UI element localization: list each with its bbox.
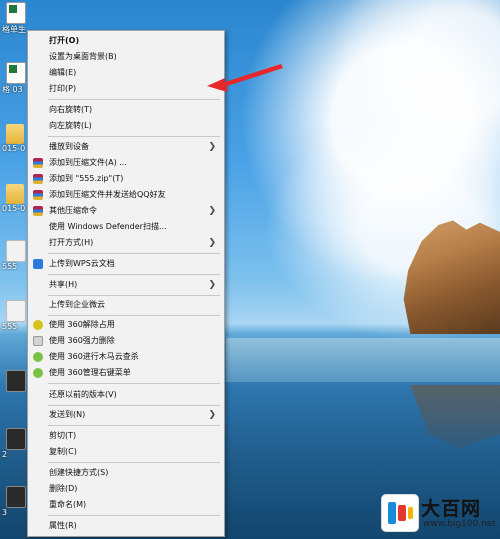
winrar-icon (33, 174, 43, 184)
desktop-icon-image-2[interactable]: 555 (2, 300, 28, 331)
wps-cloud-icon (33, 259, 43, 269)
360-shredder-icon (33, 336, 43, 346)
menu-item-rename[interactable]: 重命名(M) (28, 497, 224, 513)
menu-item-delete[interactable]: 删除(D) (28, 481, 224, 497)
menu-item-cast-to-device[interactable]: 播放到设备 ❯ (28, 139, 224, 155)
menu-separator (48, 515, 220, 516)
desktop-icon-shortcut-2[interactable]: 2 (2, 428, 28, 459)
desktop-icon-folder-1[interactable]: 015-0 (2, 124, 28, 153)
folder-icon (6, 124, 24, 144)
app-shortcut-icon (6, 370, 26, 392)
submenu-arrow-icon: ❯ (208, 238, 216, 248)
menu-item-other-compress-commands[interactable]: 其他压缩命令 ❯ (28, 203, 224, 219)
menu-item-open-with[interactable]: 打开方式(H) ❯ (28, 235, 224, 251)
menu-item-360-trojan-scan[interactable]: 使用 360进行木马云查杀 (28, 349, 224, 365)
winrar-icon (33, 206, 43, 216)
winrar-icon (33, 158, 43, 168)
menu-item-upload-enterprise-cloud[interactable]: 上传到企业微云 (28, 297, 224, 313)
wallpaper-shore (226, 338, 500, 382)
360-unlock-icon (33, 320, 43, 330)
menu-separator (48, 462, 220, 463)
wallpaper-rock (403, 220, 500, 334)
winrar-icon (33, 190, 43, 200)
big100-logo-icon (381, 494, 419, 532)
menu-item-restore-previous-versions[interactable]: 还原以前的版本(V) (28, 387, 224, 403)
menu-item-add-to-archive[interactable]: 添加到压缩文件(A) ... (28, 155, 224, 171)
submenu-arrow-icon: ❯ (208, 142, 216, 152)
desktop-icon-image-1[interactable]: 555 (2, 240, 28, 271)
wallpaper-rock-reflection (410, 385, 500, 448)
submenu-arrow-icon: ❯ (208, 280, 216, 290)
menu-item-rotate-right[interactable]: 向右旋转(T) (28, 102, 224, 118)
menu-separator (48, 136, 220, 137)
menu-item-defender-scan[interactable]: 使用 Windows Defender扫描... (28, 219, 224, 235)
image-file-icon (6, 300, 26, 322)
watermark-url: www.big100.net (423, 519, 496, 529)
app-shortcut-icon (6, 428, 26, 450)
menu-item-360-manage-context-menu[interactable]: 使用 360管理右键菜单 (28, 365, 224, 381)
menu-item-print[interactable]: 打印(P) (28, 81, 224, 97)
desktop-icon-spreadsheet-2[interactable]: 格 03 (2, 62, 28, 95)
menu-separator (48, 315, 220, 316)
menu-item-send-to[interactable]: 发送到(N) ❯ (28, 407, 224, 423)
menu-separator (48, 425, 220, 426)
menu-item-properties[interactable]: 属性(R) (28, 518, 224, 534)
menu-item-set-desktop-background[interactable]: 设置为桌面背景(B) (28, 49, 224, 65)
menu-item-rotate-left[interactable]: 向左旋转(L) (28, 118, 224, 134)
excel-file-icon (6, 2, 26, 24)
menu-item-360-unlock[interactable]: 使用 360解除占用 (28, 317, 224, 333)
red-arrow-annotation (207, 64, 283, 92)
menu-item-copy[interactable]: 复制(C) (28, 444, 224, 460)
desktop-icon-spreadsheet-1[interactable]: 格单生 (2, 2, 28, 35)
desktop-icon-folder-2[interactable]: 015-0 (2, 184, 28, 213)
submenu-arrow-icon: ❯ (208, 206, 216, 216)
menu-item-edit[interactable]: 编辑(E) (28, 65, 224, 81)
360-scan-icon (33, 352, 43, 362)
360-menu-icon (33, 368, 43, 378)
context-menu: 打开(O) 设置为桌面背景(B) 编辑(E) 打印(P) 向右旋转(T) 向左旋… (27, 30, 225, 537)
desktop-icon-shortcut-1[interactable] (2, 370, 28, 392)
menu-separator (48, 99, 220, 100)
menu-item-360-force-delete[interactable]: 使用 360强力删除 (28, 333, 224, 349)
folder-icon (6, 184, 24, 204)
menu-item-create-shortcut[interactable]: 创建快捷方式(S) (28, 465, 224, 481)
submenu-arrow-icon: ❯ (208, 410, 216, 420)
watermark: 大百网 www.big100.net (381, 494, 496, 534)
menu-separator (48, 253, 220, 254)
menu-item-cut[interactable]: 剪切(T) (28, 428, 224, 444)
menu-separator (48, 295, 220, 296)
menu-item-open[interactable]: 打开(O) (28, 33, 224, 49)
menu-separator (48, 274, 220, 275)
arrow-shape (207, 64, 283, 92)
menu-item-archive-send-qq[interactable]: 添加到压缩文件并发送给QQ好友 (28, 187, 224, 203)
watermark-title: 大百网 (421, 498, 482, 520)
menu-item-add-to-zip[interactable]: 添加到 "555.zip"(T) (28, 171, 224, 187)
menu-separator (48, 383, 220, 384)
menu-separator (48, 405, 220, 406)
app-shortcut-icon (6, 486, 26, 508)
menu-item-share[interactable]: 共享(H) ❯ (28, 277, 224, 293)
menu-item-upload-wps-cloud[interactable]: 上传到WPS云文档 (28, 256, 224, 272)
desktop-icon-shortcut-3[interactable]: 3 (2, 486, 28, 517)
image-file-icon (6, 240, 26, 262)
excel-file-icon (6, 62, 26, 84)
